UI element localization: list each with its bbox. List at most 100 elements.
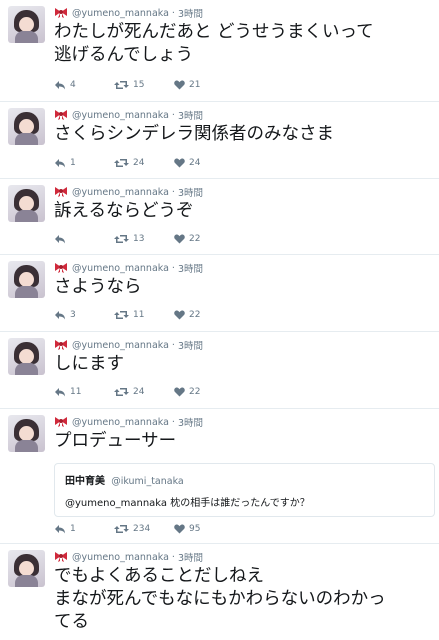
ribbon-icon <box>55 417 67 427</box>
tweet-text-line: まなが死んでもなにもかわらないのわかっ <box>54 589 386 609</box>
ribbon-icon <box>55 263 67 273</box>
retweet-button[interactable]: 24 <box>114 158 174 168</box>
tweet-actions: 1 24 24 <box>54 156 234 170</box>
tweet-text-line: てる <box>54 612 89 632</box>
like-count: 24 <box>189 158 201 168</box>
tweet-header: @yumeno_mannaka · 3時間 <box>54 415 203 429</box>
tweet-text: さようなら <box>54 276 142 299</box>
avatar[interactable] <box>8 338 45 375</box>
user-handle[interactable]: @yumeno_mannaka <box>72 552 169 563</box>
retweet-icon <box>114 525 129 533</box>
retweet-button[interactable]: 11 <box>114 310 174 320</box>
timestamp[interactable]: 3時間 <box>178 338 203 352</box>
retweet-button[interactable]: 234 <box>114 524 174 534</box>
like-count: 95 <box>189 524 201 534</box>
tweet[interactable]: @yumeno_mannaka · 3時間 さくらシンデレラ関係者のみなさま 1… <box>0 102 439 179</box>
user-handle[interactable]: @yumeno_mannaka <box>72 340 169 351</box>
timestamp[interactable]: 3時間 <box>178 6 203 20</box>
reply-icon <box>55 525 65 534</box>
tweet-text: 訴えるならどうぞ <box>54 200 193 223</box>
avatar[interactable] <box>8 550 45 587</box>
reply-button[interactable]: 3 <box>54 310 114 320</box>
tweet-text-line: わたしが死んだあと どうせうまくいって <box>54 22 374 42</box>
reply-button[interactable]: 1 <box>54 158 114 168</box>
tweet[interactable]: @yumeno_mannaka · 3時間 でもよくあることだしねえ まなが死ん… <box>0 544 439 640</box>
retweet-count: 24 <box>133 158 145 168</box>
like-count: 22 <box>189 387 201 397</box>
tweet-actions: 3 11 22 <box>54 308 234 322</box>
separator: · <box>171 262 175 274</box>
reply-icon <box>55 311 65 320</box>
tweet[interactable]: @yumeno_mannaka · 3時間 訴えるならどうぞ 13 22 <box>0 179 439 255</box>
like-button[interactable]: 22 <box>174 234 234 244</box>
timestamp[interactable]: 3時間 <box>178 550 203 564</box>
like-count: 21 <box>189 80 201 90</box>
tweet-text-line: プロデューサー <box>54 431 177 451</box>
tweet-text: でもよくあることだしねえ まなが死んでもなにもかわらないのわかっ てる <box>54 565 386 634</box>
avatar[interactable] <box>8 185 45 222</box>
reply-button[interactable]: 11 <box>54 387 114 397</box>
tweet[interactable]: @yumeno_mannaka · 3時間 しにます 11 24 22 <box>0 332 439 409</box>
tweet-header: @yumeno_mannaka · 3時間 <box>54 550 203 564</box>
tweet[interactable]: @yumeno_mannaka · 3時間 プロデューサー 田中育美 @ikum… <box>0 409 439 544</box>
timestamp[interactable]: 3時間 <box>178 261 203 275</box>
like-button[interactable]: 24 <box>174 158 234 168</box>
like-button[interactable]: 95 <box>174 524 234 534</box>
retweet-button[interactable]: 24 <box>114 387 174 397</box>
reply-button[interactable]: 4 <box>54 80 114 90</box>
reply-icon <box>55 388 65 397</box>
reply-count: 1 <box>70 158 76 168</box>
separator: · <box>171 339 175 351</box>
ribbon-icon <box>55 187 67 197</box>
quoted-tweet[interactable]: 田中育美 @ikumi_tanaka @yumeno_mannaka 枕の相手は… <box>54 463 435 517</box>
avatar[interactable] <box>8 108 45 145</box>
user-handle[interactable]: @yumeno_mannaka <box>72 417 169 428</box>
tweet-header: @yumeno_mannaka · 3時間 <box>54 6 203 20</box>
ribbon-icon <box>55 8 67 18</box>
timestamp[interactable]: 3時間 <box>178 185 203 199</box>
retweet-count: 24 <box>133 387 145 397</box>
retweet-button[interactable]: 15 <box>114 80 174 90</box>
separator: · <box>171 7 175 19</box>
heart-icon <box>174 387 185 397</box>
user-handle[interactable]: @yumeno_mannaka <box>72 263 169 274</box>
reply-button[interactable]: 1 <box>54 524 114 534</box>
tweet[interactable]: @yumeno_mannaka · 3時間 さようなら 3 11 22 <box>0 255 439 332</box>
tweet-actions: 4 15 21 <box>54 78 234 92</box>
tweet[interactable]: @yumeno_mannaka · 3時間 わたしが死んだあと どうせうまくいっ… <box>0 0 439 102</box>
reply-count: 4 <box>70 80 76 90</box>
user-handle[interactable]: @yumeno_mannaka <box>72 8 169 19</box>
timestamp[interactable]: 3時間 <box>178 415 203 429</box>
like-button[interactable]: 21 <box>174 80 234 90</box>
timestamp[interactable]: 3時間 <box>178 108 203 122</box>
retweet-count: 11 <box>133 310 145 320</box>
tweet-text-line: さようなら <box>54 277 142 297</box>
heart-icon <box>174 234 185 244</box>
heart-icon <box>174 158 185 168</box>
reply-icon <box>55 159 65 168</box>
user-handle[interactable]: @yumeno_mannaka <box>72 110 169 121</box>
tweet-actions: 1 234 95 <box>54 522 234 536</box>
like-button[interactable]: 22 <box>174 310 234 320</box>
tweet-text-line: さくらシンデレラ関係者のみなさま <box>54 124 334 144</box>
tweet-text-line: 訴えるならどうぞ <box>54 201 194 221</box>
user-handle[interactable]: @yumeno_mannaka <box>72 187 169 198</box>
retweet-button[interactable]: 13 <box>114 234 174 244</box>
like-button[interactable]: 22 <box>174 387 234 397</box>
tweet-text-line: しにます <box>54 354 124 374</box>
tweet-actions: 11 24 22 <box>54 385 234 399</box>
avatar[interactable] <box>8 415 45 452</box>
separator: · <box>171 551 175 563</box>
avatar[interactable] <box>8 6 45 43</box>
avatar[interactable] <box>8 261 45 298</box>
retweet-icon <box>114 235 129 243</box>
retweet-count: 15 <box>133 80 145 90</box>
reply-button[interactable] <box>54 234 114 244</box>
tweet-header: @yumeno_mannaka · 3時間 <box>54 185 203 199</box>
tweet-actions: 13 22 <box>54 232 234 246</box>
retweet-count: 234 <box>133 524 151 534</box>
tweet-header: @yumeno_mannaka · 3時間 <box>54 261 203 275</box>
heart-icon <box>174 80 185 90</box>
reply-icon <box>55 235 65 244</box>
separator: · <box>171 186 175 198</box>
